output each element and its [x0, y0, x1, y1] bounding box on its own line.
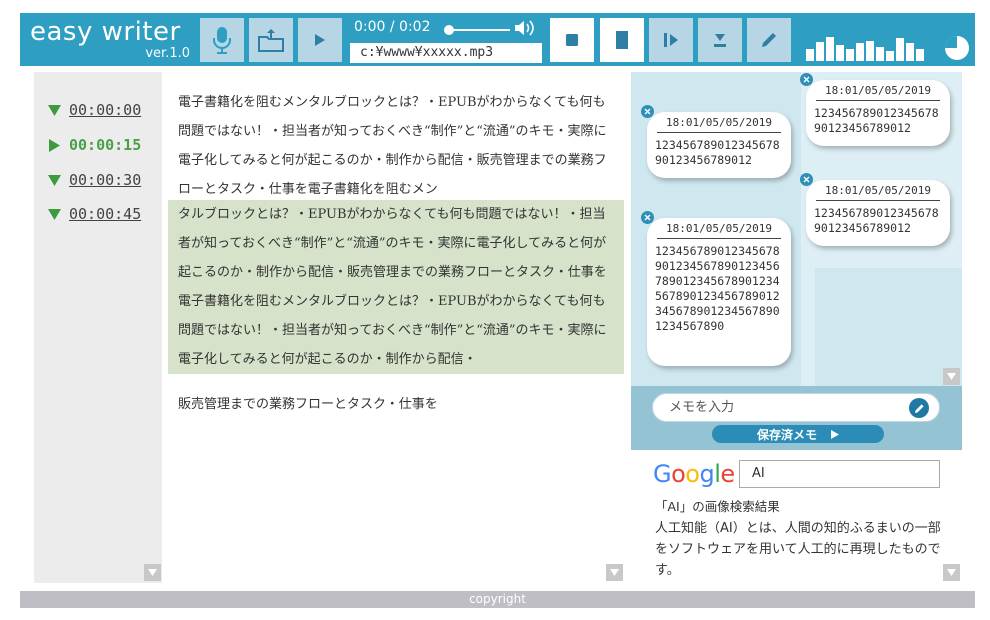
memo-date: 18:01/05/05/2019: [825, 184, 931, 197]
memo-date: 18:01/05/05/2019: [666, 116, 772, 129]
google-logo: Google: [653, 460, 735, 488]
volume-icon[interactable]: [514, 19, 536, 37]
saved-memo-button[interactable]: 保存済メモ: [712, 425, 884, 443]
seek-handle[interactable]: [444, 25, 454, 35]
pie-chart-icon: [945, 36, 969, 60]
memo-divider: [816, 200, 940, 201]
step-forward-icon: [664, 33, 678, 47]
memo-card[interactable]: 18:01/05/05/2019 12345678901234567890123…: [641, 105, 791, 178]
triangle-down-icon: [48, 208, 61, 220]
timestamp-label[interactable]: 00:00:00: [69, 101, 141, 119]
app-version: ver.1.0: [145, 46, 190, 61]
timestamp-label[interactable]: 00:00:30: [69, 171, 141, 189]
app-logo: easy writer ver.1.0: [30, 17, 190, 63]
record-button[interactable]: [200, 18, 244, 62]
edit-button[interactable]: [747, 18, 791, 62]
search-result-text: 人工知能（AI）とは、人間の知的ふるまいの一部をソフトウェアを用いて人工的に再現…: [655, 521, 941, 578]
audio-player: 0:00 / 0:02 c:¥wwww¥xxxxx.mp3: [350, 17, 542, 63]
timestamp-list: 00:00:00 00:00:15 00:00:30 00:00:45: [34, 72, 162, 583]
app-window: easy writer ver.1.0 0:00 / 0:02 c:¥wwww¥…: [0, 0, 990, 620]
memo-divider: [816, 100, 940, 101]
download-icon: [714, 34, 726, 47]
timestamp-label[interactable]: 00:00:15: [69, 136, 141, 154]
memo-text: 12345678901234567890123456789012: [655, 138, 780, 167]
pause-icon: [616, 31, 628, 49]
open-file-button[interactable]: [249, 18, 293, 62]
seek-bar[interactable]: [446, 29, 510, 31]
footer: copyright: [20, 591, 975, 608]
play-button[interactable]: [298, 18, 342, 62]
triangle-down-icon: [48, 174, 61, 186]
stop-button[interactable]: [550, 18, 594, 62]
memo-date: 18:01/05/05/2019: [825, 84, 931, 97]
transcript-panel[interactable]: 電子書籍化を阻むメンタルブロックとは？・EPUBがわからなくても何も問題ではない…: [162, 72, 626, 583]
memo-divider: [657, 238, 781, 239]
transcript-paragraph-highlighted[interactable]: タルブロックとは？・EPUBがわからなくても何も問題ではない！・担当者が知ってお…: [168, 200, 624, 374]
stop-icon: [566, 34, 578, 46]
play-icon: [315, 34, 325, 46]
triangle-down-icon: [48, 104, 61, 116]
waveform-icon: [806, 37, 924, 61]
scroll-down-button[interactable]: [606, 564, 623, 581]
memo-text: 12345678901234567890123456789012: [814, 106, 939, 135]
memo-board-block: [815, 268, 962, 386]
memo-text: 1234567890123456789012345678901234567890…: [655, 244, 780, 333]
memo-input[interactable]: メモを入力: [652, 393, 940, 422]
timestamp-item-active[interactable]: 00:00:15: [48, 135, 141, 155]
search-result-title[interactable]: 「AI」の画像検索結果: [655, 496, 780, 515]
chevron-down-icon: [610, 569, 619, 576]
chevron-down-icon: [947, 373, 956, 380]
chevron-down-icon: [947, 569, 956, 576]
header-bar: easy writer ver.1.0 0:00 / 0:02 c:¥wwww¥…: [20, 13, 975, 66]
transcript-paragraph[interactable]: 電子書籍化を阻むメンタルブロックとは？・EPUBがわからなくても何も問題ではない…: [168, 88, 624, 204]
memo-divider: [657, 132, 781, 133]
pause-button[interactable]: [600, 18, 644, 62]
microphone-icon: [213, 27, 231, 54]
file-path-field[interactable]: c:¥wwww¥xxxxx.mp3: [350, 43, 542, 63]
scroll-down-button[interactable]: [144, 564, 161, 581]
download-button[interactable]: [698, 18, 742, 62]
pencil-icon: [914, 403, 924, 413]
timestamp-item[interactable]: 00:00:30: [48, 170, 141, 190]
transcript-paragraph[interactable]: 販売管理までの業務フローとタスク・仕事を: [168, 390, 624, 419]
memo-card[interactable]: 18:01/05/05/2019 12345678901234567890123…: [641, 211, 791, 366]
memo-card[interactable]: 18:01/05/05/2019 12345678901234567890123…: [800, 173, 950, 246]
memo-input-bar: メモを入力 保存済メモ: [631, 386, 962, 450]
search-panel: Google AI 「AI」の画像検索結果 人工知能（AI）とは、人間の知的ふる…: [631, 450, 962, 583]
memo-card[interactable]: 18:01/05/05/2019 12345678901234567890123…: [800, 73, 950, 146]
time-display: 0:00 / 0:02: [354, 19, 431, 35]
timestamp-item[interactable]: 00:00:45: [48, 204, 141, 224]
search-input[interactable]: AI: [739, 460, 940, 488]
scroll-down-button[interactable]: [943, 564, 960, 581]
timestamp-item[interactable]: 00:00:00: [48, 100, 141, 120]
folder-upload-icon: [258, 29, 284, 52]
play-icon: [831, 429, 839, 439]
memo-submit-button[interactable]: [909, 398, 929, 418]
pencil-icon: [762, 33, 776, 47]
saved-memo-label: 保存済メモ: [756, 427, 817, 442]
memo-date: 18:01/05/05/2019: [666, 222, 772, 235]
scroll-down-button[interactable]: [943, 368, 960, 385]
triangle-right-icon: [49, 138, 60, 152]
step-forward-button[interactable]: [649, 18, 693, 62]
side-panel: 18:01/05/05/2019 12345678901234567890123…: [631, 72, 962, 583]
app-title: easy writer: [30, 17, 181, 47]
memo-board: 18:01/05/05/2019 12345678901234567890123…: [631, 72, 962, 386]
timestamp-label[interactable]: 00:00:45: [69, 205, 141, 223]
memo-text: 12345678901234567890123456789012: [814, 206, 939, 235]
chevron-down-icon: [148, 569, 157, 576]
